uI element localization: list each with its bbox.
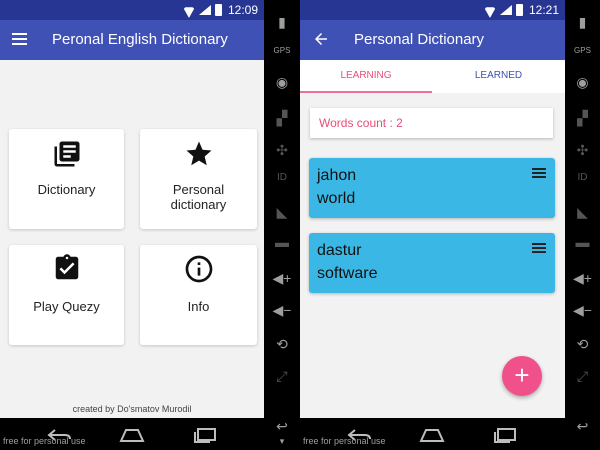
back-icon[interactable]: ↩ xyxy=(264,418,300,435)
screenshot-root: 12:09 Peronal English Dictionary Diction… xyxy=(0,0,600,450)
rss-icon[interactable]: ◣ xyxy=(264,204,300,221)
wifi-icon xyxy=(484,4,496,16)
sms-icon[interactable]: ▬ xyxy=(264,234,300,250)
clapper-icon[interactable]: ▞ xyxy=(264,110,300,127)
tile-label-dictionary: Dictionary xyxy=(37,182,96,197)
nav-home-icon[interactable] xyxy=(418,427,446,443)
status-time: 12:09 xyxy=(227,3,258,17)
clapper-icon[interactable]: ▞ xyxy=(565,110,600,127)
tile-label-play-quiz: Play Quezy xyxy=(33,299,100,314)
word-card[interactable]: jahon world xyxy=(309,158,555,218)
menu-icon[interactable]: ▾ xyxy=(264,436,300,447)
volume-down-icon[interactable]: ◀− xyxy=(565,302,600,319)
clipboard-check-icon xyxy=(55,254,78,280)
battery-icon[interactable]: ▮ xyxy=(264,14,300,31)
credit-text: created by Do'smatov Murodil xyxy=(72,404,192,414)
app-bar: Peronal English Dictionary xyxy=(0,20,264,60)
page-title: Personal Dictionary xyxy=(354,31,485,48)
gps-icon[interactable]: GPS xyxy=(264,46,300,55)
page-title: Peronal English Dictionary xyxy=(52,31,228,48)
main-menu-screen: 12:09 Peronal English Dictionary Diction… xyxy=(0,0,264,450)
translation-text: software xyxy=(317,265,378,282)
wifi-icon xyxy=(183,4,195,16)
play-quiz-tile[interactable]: Play Quezy xyxy=(9,245,124,345)
battery-icon xyxy=(515,4,523,16)
tile-label-info: Info xyxy=(187,299,210,314)
back-arrow-icon[interactable] xyxy=(312,30,330,48)
volume-up-icon[interactable]: ◀+ xyxy=(565,270,600,287)
star-icon xyxy=(186,141,211,166)
emulator-toolbar-left: ▮ GPS ◉ ▞ ✣ ID ◣ ▬ ◀+ ◀− ⟲ ⤢ ↩ ▾ xyxy=(264,0,300,450)
id-icon[interactable]: ID xyxy=(264,172,300,183)
volume-down-icon[interactable]: ◀− xyxy=(264,302,300,319)
add-word-button[interactable]: + xyxy=(502,356,542,396)
rotate-icon[interactable]: ⟲ xyxy=(565,336,600,353)
watermark-text: free for personal use xyxy=(3,436,86,446)
sms-icon[interactable]: ▬ xyxy=(565,234,600,250)
watermark-text: free for personal use xyxy=(303,436,386,446)
back-icon[interactable]: ↩ xyxy=(565,418,600,435)
info-tile[interactable]: Info xyxy=(140,245,257,345)
status-bar: 12:09 xyxy=(0,0,264,20)
tab-learning[interactable]: LEARNING xyxy=(300,60,432,93)
rotate-icon[interactable]: ⟲ xyxy=(264,336,300,353)
nav-recents-icon[interactable] xyxy=(192,427,218,443)
nav-recents-icon[interactable] xyxy=(492,427,518,443)
hamburger-menu-icon[interactable] xyxy=(12,33,27,46)
fullscreen-icon[interactable]: ⤢ xyxy=(565,368,600,385)
words-count-card: Words count : 2 xyxy=(310,108,553,138)
dictionary-tile[interactable]: Dictionary xyxy=(9,129,124,229)
status-icons: 12:21 xyxy=(484,3,559,17)
volume-up-icon[interactable]: ◀+ xyxy=(264,270,300,287)
dpad-icon[interactable]: ✣ xyxy=(565,142,600,159)
tab-learned[interactable]: LEARNED xyxy=(432,60,565,93)
tab-bar: LEARNING LEARNED xyxy=(300,60,565,93)
translation-text: world xyxy=(317,190,356,207)
camera-icon[interactable]: ◉ xyxy=(565,74,600,91)
status-bar: 12:21 xyxy=(300,0,565,20)
id-icon[interactable]: ID xyxy=(565,172,600,183)
fullscreen-icon[interactable]: ⤢ xyxy=(264,368,300,385)
tile-label-personal-dictionary: Personal dictionary xyxy=(170,182,227,212)
battery-icon[interactable]: ▮ xyxy=(565,14,600,31)
status-time: 12:21 xyxy=(528,3,559,17)
personal-dictionary-tile[interactable]: Personal dictionary xyxy=(140,129,257,229)
status-icons: 12:09 xyxy=(183,3,258,17)
drag-handle-icon[interactable] xyxy=(532,243,546,255)
word-card[interactable]: dastur software xyxy=(309,233,555,293)
signal-icon xyxy=(500,4,512,16)
camera-icon[interactable]: ◉ xyxy=(264,74,300,91)
drag-handle-icon[interactable] xyxy=(532,168,546,180)
gps-icon[interactable]: GPS xyxy=(565,46,600,55)
tab-indicator xyxy=(300,91,432,93)
signal-icon xyxy=(199,4,211,16)
nav-home-icon[interactable] xyxy=(118,427,146,443)
dpad-icon[interactable]: ✣ xyxy=(264,142,300,159)
app-bar: Personal Dictionary xyxy=(300,20,565,60)
personal-dictionary-screen: 12:21 Personal Dictionary LEARNING LEARN… xyxy=(300,0,565,450)
rss-icon[interactable]: ◣ xyxy=(565,204,600,221)
word-text: dastur xyxy=(317,242,362,259)
word-text: jahon xyxy=(317,167,357,184)
library-books-icon xyxy=(54,141,79,167)
battery-icon xyxy=(214,4,222,16)
info-icon xyxy=(185,255,212,283)
emulator-toolbar-right: ▮ GPS ◉ ▞ ✣ ID ◣ ▬ ◀+ ◀− ⟲ ⤢ ↩ xyxy=(565,0,600,450)
